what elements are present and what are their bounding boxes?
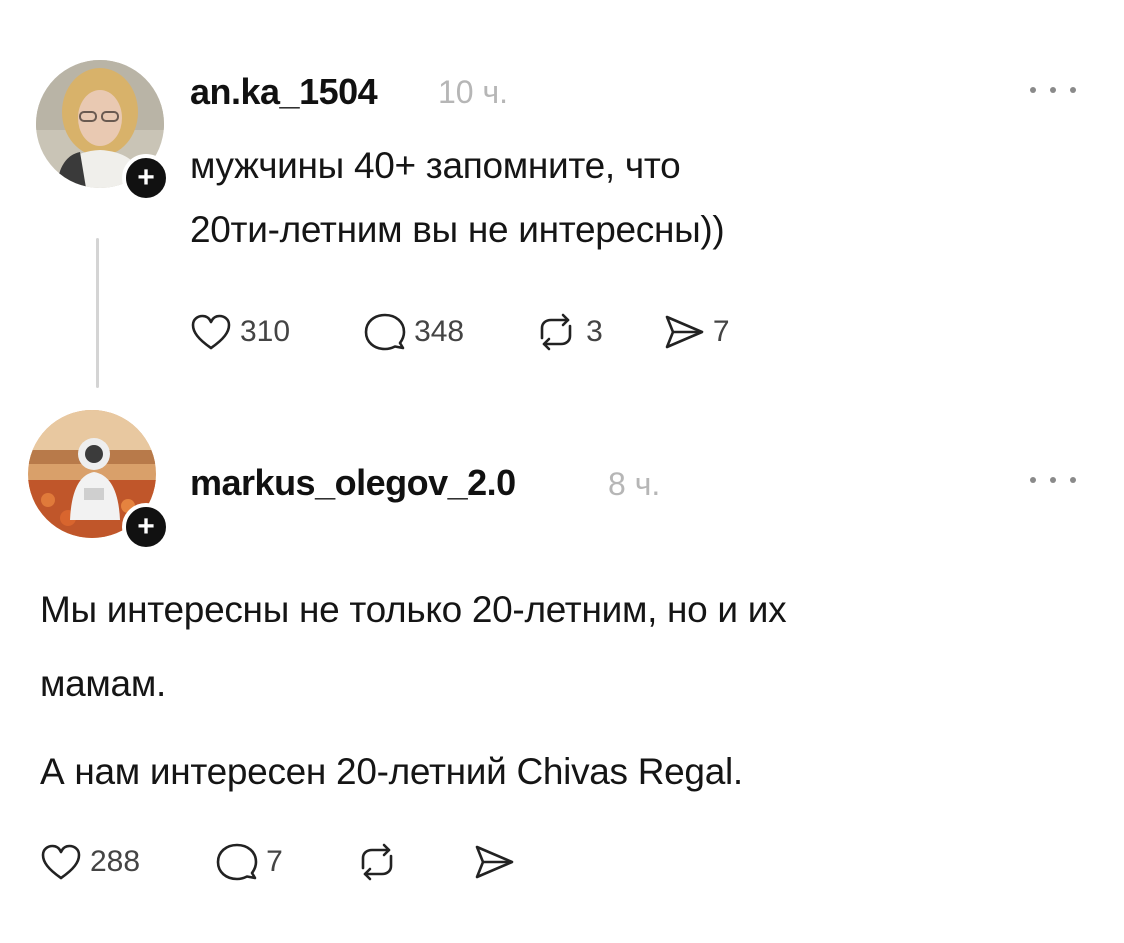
reply-username[interactable]: markus_olegov_2.0 <box>190 462 516 504</box>
follow-plus-icon[interactable]: + <box>122 154 170 202</box>
reply-text-line: Мы интересны не только 20-летним, но и и… <box>40 589 787 630</box>
repost-count: 3 <box>586 315 603 348</box>
heart-icon <box>191 314 231 350</box>
share-button[interactable] <box>473 842 515 882</box>
repost-icon <box>540 313 572 351</box>
like-count: 310 <box>240 315 291 348</box>
like-button[interactable]: 310 <box>190 313 290 351</box>
post-more-icon[interactable] <box>1030 84 1076 96</box>
thread-connector <box>96 238 99 388</box>
comment-button[interactable]: 7 <box>216 842 283 882</box>
repost-button[interactable]: 3 <box>534 312 603 352</box>
send-icon <box>475 845 514 879</box>
comment-button[interactable]: 348 <box>364 312 464 352</box>
post-text-line: 20ти-летним вы не интересны)) <box>190 209 725 250</box>
share-button[interactable]: 7 <box>663 312 730 352</box>
reply-text-line: мамам. <box>40 663 166 704</box>
comment-bubble-icon <box>364 313 406 351</box>
reply-text-line: А нам интересен 20-летний Chivas Regal. <box>40 751 743 792</box>
follow-plus-icon[interactable]: + <box>122 503 170 551</box>
post-username[interactable]: an.ka_1504 <box>190 71 378 113</box>
share-count: 7 <box>712 315 730 348</box>
reply-more-icon[interactable] <box>1030 474 1076 486</box>
reply-time: 8 ч. <box>608 466 661 502</box>
post-text-line: мужчины 40+ запомните, что <box>190 145 681 186</box>
heart-icon <box>41 844 81 880</box>
comment-count: 7 <box>266 845 283 878</box>
like-count: 288 <box>90 845 141 878</box>
reply-actions: 288 7 <box>40 842 515 882</box>
repost-icon <box>361 843 393 881</box>
post-actions: 310 348 3 7 <box>190 312 730 352</box>
repost-button[interactable] <box>355 842 399 882</box>
comment-bubble-icon <box>216 843 258 881</box>
send-icon <box>665 315 704 349</box>
post-time: 10 ч. <box>438 74 509 110</box>
like-button[interactable]: 288 <box>40 843 140 881</box>
comment-count: 348 <box>414 315 465 348</box>
thread-card: + an.ka_1504 10 ч. мужчины 40+ запомните… <box>0 0 1124 943</box>
